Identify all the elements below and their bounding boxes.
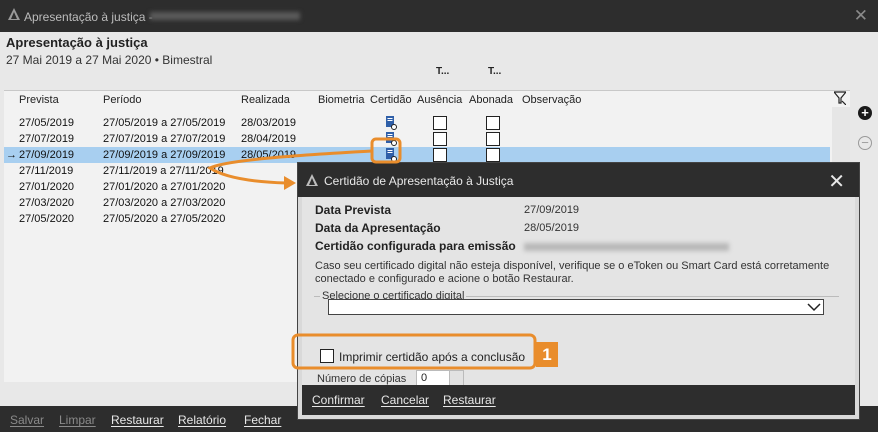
- cell-prevista: 27/07/2019: [19, 133, 75, 145]
- restore-button[interactable]: Restaurar: [111, 413, 164, 427]
- certificate-doc-icon[interactable]: [385, 148, 397, 162]
- report-button[interactable]: Relatório: [178, 413, 226, 427]
- clear-button[interactable]: Limpar: [59, 413, 96, 427]
- chevron-down-icon[interactable]: [807, 301, 821, 313]
- table-row[interactable]: 27/07/2019 27/07/2019 a 27/07/2019 28/04/2…: [4, 131, 830, 147]
- certificate-doc-icon[interactable]: [385, 132, 397, 146]
- data-apresentacao-value: 28/05/2019: [524, 222, 580, 234]
- stepper-arrows-icon[interactable]: [449, 371, 463, 385]
- data-apresentacao-label: Data da Apresentação: [315, 221, 441, 235]
- cell-realizada: 28/03/2019: [241, 117, 297, 129]
- column-header-ausencia[interactable]: Ausência: [417, 94, 462, 106]
- dialog-close-icon[interactable]: ✕: [828, 169, 845, 194]
- column-group-toggle-2[interactable]: T...: [488, 66, 501, 77]
- cell-prevista: 27/11/2019: [19, 165, 74, 177]
- table-row[interactable]: 27/05/2019 27/05/2019 a 27/05/2019 28/03/2…: [4, 115, 830, 131]
- ausencia-checkbox[interactable]: [433, 132, 447, 146]
- ausencia-checkbox[interactable]: [433, 148, 447, 162]
- column-header-prevista[interactable]: Prevista: [19, 94, 59, 106]
- ausencia-checkbox[interactable]: [433, 116, 447, 130]
- print-checkbox[interactable]: [320, 349, 334, 363]
- cell-realizada: 28/05/2019: [241, 149, 297, 161]
- cancel-button[interactable]: Cancelar: [381, 393, 429, 407]
- column-header-biometria[interactable]: Biometria: [318, 94, 364, 106]
- close-button[interactable]: Fechar: [244, 413, 281, 427]
- column-header-periodo[interactable]: Período: [103, 94, 142, 106]
- dialog-restore-button[interactable]: Restaurar: [443, 393, 496, 407]
- page-subtitle: 27 Mai 2019 a 27 Mai 2020 • Bimestral: [6, 53, 213, 67]
- data-prevista-label: Data Prevista: [315, 203, 392, 217]
- cell-prevista: 27/03/2020: [19, 197, 75, 209]
- save-button[interactable]: Salvar: [10, 413, 44, 427]
- column-header-observacao[interactable]: Observação: [522, 94, 581, 106]
- cell-prevista: 27/09/2019: [19, 149, 75, 161]
- redacted-certidao-value: [524, 243, 729, 251]
- cell-prevista: 27/05/2019: [19, 117, 75, 129]
- abonada-checkbox[interactable]: [486, 116, 500, 130]
- cell-realizada: 28/04/2019: [241, 133, 297, 145]
- remove-row-button[interactable]: −: [858, 136, 872, 150]
- certificate-dialog: Certidão de Apresentação à Justiça ✕ Dat…: [297, 162, 860, 420]
- dialog-body: Data Prevista 27/09/2019 Data da Apresen…: [302, 197, 855, 386]
- certificate-doc-icon[interactable]: [385, 116, 397, 130]
- print-checkbox-label[interactable]: Imprimir certidão após a conclusão: [339, 350, 525, 364]
- column-header-abonada[interactable]: Abonada: [469, 94, 513, 106]
- cell-prevista: 27/05/2020: [19, 213, 75, 225]
- redacted-title-text: [150, 12, 300, 20]
- column-header-certidao[interactable]: Certidão: [370, 94, 412, 106]
- column-header-realizada[interactable]: Realizada: [241, 94, 290, 106]
- copies-value: 0: [421, 372, 428, 384]
- cell-periodo: 27/05/2019 a 27/05/2019: [103, 117, 226, 129]
- column-group-toggle-1[interactable]: T...: [436, 66, 449, 77]
- cell-periodo: 27/01/2020 a 27/01/2020: [103, 181, 226, 193]
- dialog-title: Certidão de Apresentação à Justiça: [324, 174, 514, 188]
- window-title: Apresentação à justiça -: [24, 10, 153, 24]
- window-titlebar: Apresentação à justiça - ✕: [0, 0, 878, 32]
- window-close-icon[interactable]: ✕: [854, 6, 868, 26]
- add-row-button[interactable]: +: [858, 106, 872, 120]
- cell-periodo: 27/05/2020 a 27/05/2020: [103, 213, 226, 225]
- abonada-checkbox[interactable]: [486, 148, 500, 162]
- copies-label: Número de cópias: [317, 373, 407, 385]
- dialog-titlebar: Certidão de Apresentação à Justiça ✕: [298, 163, 859, 197]
- annotation-badge: 1: [536, 342, 558, 367]
- app-logo-icon: [8, 8, 20, 20]
- abonada-checkbox[interactable]: [486, 132, 500, 146]
- info-text: Caso seu certificado digital não esteja …: [315, 260, 830, 285]
- filter-icon[interactable]: [834, 91, 846, 105]
- data-prevista-value: 27/09/2019: [524, 204, 580, 216]
- cell-periodo: 27/09/2019 a 27/09/2019: [103, 149, 226, 161]
- copies-stepper[interactable]: 0: [416, 370, 464, 386]
- cell-periodo: 27/11/2019 a 27/11/2019: [103, 165, 224, 177]
- certificate-select[interactable]: [328, 299, 824, 315]
- page-title: Apresentação à justiça: [6, 35, 148, 50]
- app-logo-icon: [306, 174, 318, 186]
- cell-periodo: 27/03/2020 a 27/03/2020: [103, 197, 226, 209]
- certidao-config-label: Certidão configurada para emissão: [315, 239, 516, 253]
- current-row-marker: →: [6, 149, 17, 161]
- cell-periodo: 27/07/2019 a 27/07/2019: [103, 133, 226, 145]
- confirm-button[interactable]: Confirmar: [312, 393, 365, 407]
- table-row[interactable]: → 27/09/2019 27/09/2019 a 27/09/2019 28/05/…: [4, 147, 830, 163]
- dialog-footer: Confirmar Cancelar Restaurar: [302, 385, 855, 415]
- cell-prevista: 27/01/2020: [19, 181, 75, 193]
